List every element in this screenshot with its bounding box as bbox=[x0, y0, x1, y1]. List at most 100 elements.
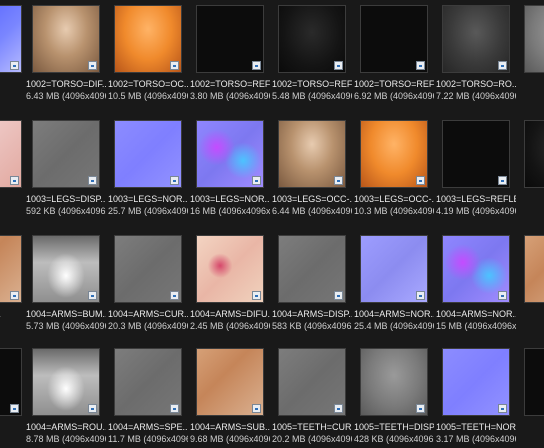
file-thumbnail-item[interactable]: 6x24) bbox=[0, 1, 28, 117]
file-thumbnail-item[interactable]: 1004=ARMS=ROU... 8.78 MB (4096x4096x24) bbox=[26, 344, 106, 448]
image-file-icon bbox=[416, 404, 425, 413]
thumbnail-image[interactable] bbox=[196, 235, 264, 303]
file-size: 11.7 MB (4096x4096x24) bbox=[108, 434, 188, 444]
file-name: 1003=LEGS=REFLE... bbox=[436, 194, 516, 204]
file-name: 1003=LEGS=OCC-... bbox=[354, 194, 434, 204]
image-file-icon bbox=[334, 176, 343, 185]
file-size: 20.2 MB (4096x4096x8) bbox=[272, 434, 352, 444]
file-size: 428 KB (4096x4096x24) bbox=[354, 434, 434, 444]
thumbnail-image[interactable] bbox=[32, 348, 100, 416]
image-file-icon bbox=[170, 176, 179, 185]
file-thumbnail-item[interactable]: 1002=TORSO=REF... 5.48 MB (4096x4096x24) bbox=[272, 1, 352, 117]
file-thumbnail-item[interactable]: 1003=LEGS=REFLE... 4.19 MB (4096x4096x24) bbox=[436, 116, 516, 232]
texture-preview bbox=[525, 236, 544, 302]
thumbnail-image[interactable] bbox=[524, 235, 544, 303]
file-name: 1005=TEETH=NOR... bbox=[436, 422, 516, 432]
thumbnail-image[interactable] bbox=[32, 235, 100, 303]
image-file-icon bbox=[10, 291, 19, 300]
image-file-icon bbox=[334, 291, 343, 300]
file-size: 12.5 M bbox=[518, 91, 544, 102]
image-file-icon bbox=[170, 291, 179, 300]
thumbnail-image[interactable] bbox=[278, 5, 346, 73]
file-thumbnail-item[interactable]: 1003=LEGS=NOR... 25.7 MB (4096x4096x24) bbox=[108, 116, 188, 232]
image-file-icon bbox=[498, 291, 507, 300]
file-thumbnail-item[interactable]: 1002=TORSO=OC... 10.5 MB (4096x4096x24) bbox=[108, 1, 188, 117]
thumbnail-image[interactable] bbox=[32, 120, 100, 188]
file-thumbnail-item[interactable]: 1002=TORSO=RO... 7.22 MB (4096x4096x24) bbox=[436, 1, 516, 117]
image-file-icon bbox=[334, 404, 343, 413]
file-name: 1003=LEGS=NOR... bbox=[190, 194, 270, 204]
file-name: 1005=TEETH=DISP... bbox=[354, 422, 434, 432]
file-name: 1004=ARMS=BUM... bbox=[26, 309, 106, 319]
thumbnail-image[interactable] bbox=[278, 235, 346, 303]
file-thumbnail-item[interactable]: 1005=TEETH=NOR... 3.17 MB (4096x4096x24) bbox=[436, 344, 516, 448]
file-thumbnail-item[interactable]: 1003=LEGS=DISP... 592 KB (4096x4096x24) bbox=[26, 116, 106, 232]
file-thumbnail-item[interactable]: 1004=ARMS=SPE... 11.7 MB (4096x4096x24) bbox=[108, 344, 188, 448]
thumbnail-image[interactable] bbox=[0, 5, 22, 73]
thumbnail-image[interactable] bbox=[524, 120, 544, 188]
thumbnail-image[interactable] bbox=[0, 348, 22, 416]
thumbnail-image[interactable] bbox=[114, 235, 182, 303]
file-name: 1005=TEETH=CUR... bbox=[272, 422, 352, 432]
thumbnail-image[interactable] bbox=[278, 120, 346, 188]
file-size: 5.59 M bbox=[518, 206, 544, 217]
thumbnail-image[interactable] bbox=[360, 235, 428, 303]
thumbnail-image[interactable] bbox=[196, 348, 264, 416]
file-thumbnail-item[interactable]: EFL...6x24) bbox=[0, 344, 28, 448]
file-thumbnail-item[interactable]: 1005=TEETH=CUR... 20.2 MB (4096x4096x8) bbox=[272, 344, 352, 448]
thumbnail-image[interactable] bbox=[0, 235, 22, 303]
thumbnail-grid: 6x24) 1002=TORSO=DIF... 6.43 MB (4096x4096… bbox=[0, 0, 544, 448]
thumbnail-image[interactable] bbox=[442, 235, 510, 303]
thumbnail-image[interactable] bbox=[442, 348, 510, 416]
thumbnail-image[interactable] bbox=[114, 348, 182, 416]
thumbnail-image[interactable] bbox=[524, 5, 544, 73]
thumbnail-image[interactable] bbox=[360, 5, 428, 73]
file-thumbnail-item[interactable]: 1003=LEGS=OCC-... 6.44 MB (4096x4096x24) bbox=[272, 116, 352, 232]
file-thumbnail-item[interactable]: 1004=ARMS=CUR... 20.3 MB (4096x4096x24) bbox=[108, 231, 188, 347]
thumbnail-image[interactable] bbox=[196, 120, 264, 188]
file-size: 6x24) bbox=[0, 321, 28, 332]
file-thumbnail-item[interactable]: 1004=ARMS=DIFU... 2.45 MB (4096x4096x24) bbox=[190, 231, 270, 347]
file-thumbnail-item[interactable]: 1005=4.75 M bbox=[518, 344, 544, 448]
thumbnail-image[interactable] bbox=[114, 5, 182, 73]
thumbnail-image[interactable] bbox=[524, 348, 544, 416]
file-size: 6.53 M bbox=[518, 321, 544, 332]
file-thumbnail-item[interactable]: 1002=TORSO=REF... 6.92 MB (4096x4096x24) bbox=[354, 1, 434, 117]
file-thumbnail-item[interactable]: 1005=TEETH=DISP... 428 KB (4096x4096x24) bbox=[354, 344, 434, 448]
file-thumbnail-item[interactable]: 1004=ARMS=BUM... 5.73 MB (4096x4096x24) bbox=[26, 231, 106, 347]
file-thumbnail-item[interactable]: 1002=TORSO=REF... 3.80 MB (4096x4096x24) bbox=[190, 1, 270, 117]
thumbnail-image[interactable] bbox=[442, 5, 510, 73]
thumbnail-image[interactable] bbox=[278, 348, 346, 416]
thumbnail-image[interactable] bbox=[0, 120, 22, 188]
file-size: 3.17 MB (4096x4096x24) bbox=[436, 434, 516, 444]
file-thumbnail-item[interactable]: 1004=ARMS=NOR... 25.4 MB (4096x4096x24) bbox=[354, 231, 434, 347]
file-name: 1003=LEGS=NOR... bbox=[108, 194, 188, 204]
file-thumbnail-item[interactable]: 1002=TORSO=DIF... 6.43 MB (4096x4096x24) bbox=[26, 1, 106, 117]
file-name: 1002=TORSO=OC... bbox=[108, 79, 188, 89]
file-size: 6.92 MB (4096x4096x24) bbox=[354, 91, 434, 101]
file-thumbnail-item[interactable]: UBS...6x24) bbox=[0, 231, 28, 347]
file-name: 1004=ARMS=DISP... bbox=[272, 309, 352, 319]
thumbnail-image[interactable] bbox=[196, 5, 264, 73]
image-file-icon bbox=[88, 291, 97, 300]
thumbnail-image[interactable] bbox=[32, 5, 100, 73]
thumbnail-image[interactable] bbox=[442, 120, 510, 188]
thumbnail-image[interactable] bbox=[114, 120, 182, 188]
file-thumbnail-item[interactable]: FUS...6x24) bbox=[0, 116, 28, 232]
file-thumbnail-item[interactable]: 1003=5.59 M bbox=[518, 116, 544, 232]
file-thumbnail-item[interactable]: 1004=ARMS=SUB... 9.68 MB (4096x4096x24) bbox=[190, 344, 270, 448]
file-size: 25.7 MB (4096x4096x24) bbox=[108, 206, 188, 216]
thumbnail-image[interactable] bbox=[360, 120, 428, 188]
file-size: 16 MB (4096x4096x24) bbox=[190, 206, 270, 216]
file-thumbnail-item[interactable]: 1003=LEGS=OCC-... 10.3 MB (4096x4096x24) bbox=[354, 116, 434, 232]
image-file-icon bbox=[252, 176, 261, 185]
texture-preview bbox=[525, 121, 544, 187]
thumbnail-image[interactable] bbox=[360, 348, 428, 416]
file-name: 1002=TORSO=REF... bbox=[354, 79, 434, 89]
file-thumbnail-item[interactable]: 1004=ARMS=NOR... 15 MB (4096x4096x24) bbox=[436, 231, 516, 347]
file-thumbnail-item[interactable]: 1002=12.5 M bbox=[518, 1, 544, 117]
file-thumbnail-item[interactable]: 1003=LEGS=NOR... 16 MB (4096x4096x24) bbox=[190, 116, 270, 232]
file-thumbnail-item[interactable]: 1004=ARMS=DISP... 583 KB (4096x4096x24) bbox=[272, 231, 352, 347]
file-thumbnail-item[interactable]: 1004=6.53 M bbox=[518, 231, 544, 347]
file-name: 1004=ARMS=SPE... bbox=[108, 422, 188, 432]
